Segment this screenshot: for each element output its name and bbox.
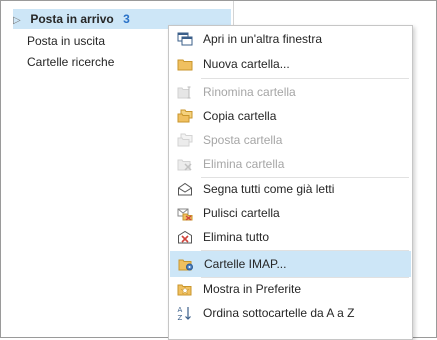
menu-item-label: Apri in un'altra finestra <box>203 32 323 46</box>
expand-arrow-icon[interactable]: ▷ <box>13 11 25 31</box>
delete-folder-icon <box>170 152 200 176</box>
menu-item-label: Cartelle IMAP... <box>204 257 287 271</box>
folder-item-search-folders[interactable]: Cartelle ricerche <box>27 52 114 72</box>
menu-item-delete-all[interactable]: Elimina tutto <box>170 225 411 249</box>
menu-item-imap-folders[interactable]: Cartelle IMAP... <box>170 251 411 277</box>
menu-item-mark-all-read[interactable]: Segna tutti come già letti <box>170 177 411 201</box>
move-folder-icon <box>170 128 200 152</box>
menu-item-sort-subfolders-az[interactable]: A Z Ordina sottocartelle da A a Z <box>170 301 411 325</box>
mark-read-icon <box>170 177 200 201</box>
new-folder-icon <box>170 52 200 76</box>
favorites-star-icon <box>170 277 200 301</box>
menu-item-open-new-window[interactable]: Apri in un'altra finestra <box>170 27 411 51</box>
menu-item-clean-folder[interactable]: Pulisci cartella <box>170 201 411 225</box>
copy-folder-icon <box>170 104 200 128</box>
menu-separator <box>201 78 409 79</box>
menu-item-label: Mostra in Preferite <box>203 282 302 296</box>
delete-all-icon <box>170 225 200 249</box>
menu-item-rename-folder: Rinomina cartella <box>170 80 411 104</box>
menu-item-label: Nuova cartella... <box>203 57 290 71</box>
menu-item-new-folder[interactable]: Nuova cartella... <box>170 52 411 76</box>
menu-item-copy-folder[interactable]: Copia cartella <box>170 104 411 128</box>
folder-label: Posta in uscita <box>27 34 106 48</box>
menu-item-label: Segna tutti come già letti <box>203 182 335 196</box>
menu-item-label: Sposta cartella <box>203 133 283 147</box>
svg-text:A: A <box>178 306 183 314</box>
menu-item-label: Ordina sottocartelle da A a Z <box>203 306 355 320</box>
unread-count: 3 <box>123 12 130 26</box>
clean-folder-icon <box>170 201 200 225</box>
svg-text:Z: Z <box>178 314 183 321</box>
sort-az-icon: A Z <box>170 301 200 325</box>
menu-item-move-folder: Sposta cartella <box>170 128 411 152</box>
menu-item-delete-folder: Elimina cartella <box>170 152 411 176</box>
open-window-icon <box>170 27 200 51</box>
menu-item-label: Copia cartella <box>203 109 277 123</box>
folder-label: Cartelle ricerche <box>27 55 115 69</box>
rename-folder-icon <box>170 80 200 104</box>
folder-label: Posta in arrivo <box>30 12 114 26</box>
imap-folders-icon <box>171 252 201 276</box>
folder-item-sent[interactable]: Posta in uscita <box>27 31 105 51</box>
menu-item-show-in-favorites[interactable]: Mostra in Preferite <box>170 277 411 301</box>
menu-item-label: Elimina cartella <box>203 157 285 171</box>
menu-item-label: Rinomina cartella <box>203 85 296 99</box>
menu-item-label: Elimina tutto <box>203 230 270 244</box>
menu-item-label: Pulisci cartella <box>203 206 280 220</box>
context-menu: Apri in un'altra finestra Nuova cartella… <box>168 25 413 340</box>
